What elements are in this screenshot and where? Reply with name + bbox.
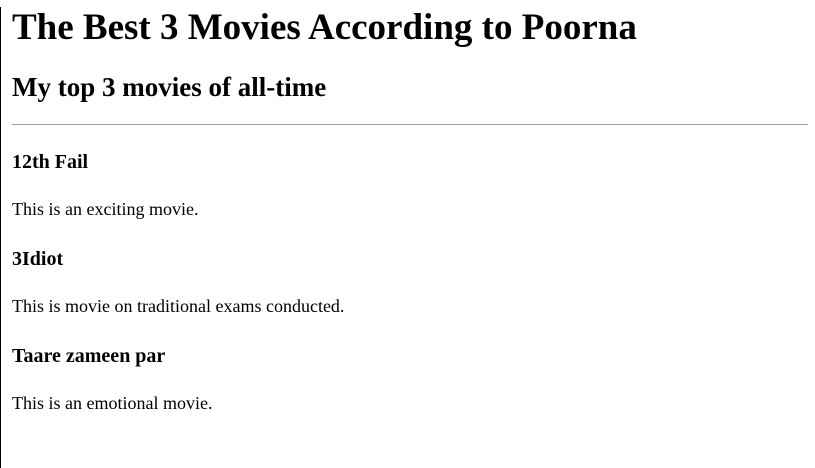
page-title: The Best 3 Movies According to Poorna	[12, 7, 637, 48]
movie-item: Taare zameen par This is an emotional mo…	[12, 344, 808, 414]
divider	[12, 124, 808, 125]
movie-description: This is an emotional movie.	[12, 393, 213, 413]
movie-title: Taare zameen par	[12, 345, 166, 367]
movie-item: 3Idiot This is movie on traditional exam…	[12, 247, 808, 317]
page-content: The Best 3 Movies According to Poorna My…	[1, 7, 815, 414]
movie-description: This is an exciting movie.	[12, 199, 199, 219]
movie-item: 12th Fail This is an exciting movie.	[12, 150, 808, 220]
movie-title: 3Idiot	[12, 248, 64, 270]
movie-description: This is movie on traditional exams condu…	[12, 296, 345, 316]
movie-title: 12th Fail	[12, 151, 89, 173]
page-subtitle: My top 3 movies of all-time	[12, 72, 327, 102]
